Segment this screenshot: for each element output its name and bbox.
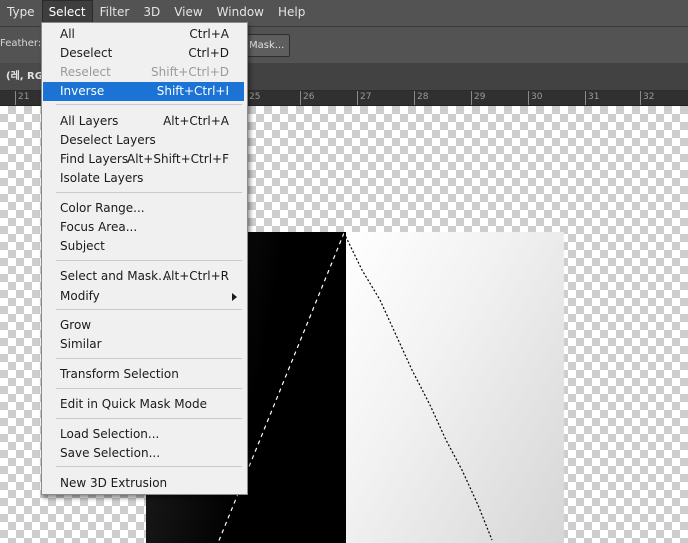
menu-item-label: Color Range... xyxy=(60,201,145,215)
menu-item-label: All xyxy=(60,27,75,41)
menu-item-label: Deselect Layers xyxy=(60,133,156,147)
menu-item-label: Focus Area... xyxy=(60,220,138,234)
menu-item-shortcut: Ctrl+A xyxy=(189,27,229,41)
menu-item-label: Grow xyxy=(60,318,92,332)
menu-item-label: Reselect xyxy=(60,65,111,79)
menu-item-shortcut: Shift+Ctrl+I xyxy=(156,84,229,98)
menu-separator xyxy=(56,388,242,389)
menu-separator xyxy=(56,418,242,419)
menu-item-find-layers[interactable]: Find Layers Alt+Shift+Ctrl+F xyxy=(43,150,244,169)
menu-item-shortcut: Alt+Shift+Ctrl+F xyxy=(127,152,229,166)
menu-item-deselect[interactable]: Deselect Ctrl+D xyxy=(43,44,244,63)
menu-item-label: Select and Mask... xyxy=(60,269,170,283)
menu-item-label: Modify xyxy=(60,289,100,303)
menu-separator xyxy=(56,104,242,105)
menu-item-load-selection[interactable]: Load Selection... xyxy=(43,425,244,444)
menu-item-label: Transform Selection xyxy=(60,367,179,381)
menu-item-all[interactable]: All Ctrl+A xyxy=(43,25,244,44)
menu-item-label: Inverse xyxy=(60,84,105,98)
menu-item-label: Similar xyxy=(60,337,102,351)
menu-item-select-and-mask[interactable]: Select and Mask... Alt+Ctrl+R xyxy=(43,267,244,286)
menu-item-quick-mask[interactable]: Edit in Quick Mask Mode xyxy=(43,395,244,414)
menu-item-label: Load Selection... xyxy=(60,427,160,441)
menu-item-shortcut: Ctrl+D xyxy=(188,46,229,60)
menu-item-transform-selection[interactable]: Transform Selection xyxy=(43,365,244,384)
submenu-arrow-icon xyxy=(232,293,237,301)
menu-item-shortcut: Alt+Ctrl+R xyxy=(162,269,229,283)
select-menu-dropdown: All Ctrl+A Deselect Ctrl+D Reselect Shif… xyxy=(41,22,248,495)
menu-item-shortcut: Alt+Ctrl+A xyxy=(163,114,229,128)
menu-item-focus-area[interactable]: Focus Area... xyxy=(43,218,244,237)
menu-item-grow[interactable]: Grow xyxy=(43,316,244,335)
menu-separator xyxy=(56,466,242,467)
menu-item-modify[interactable]: Modify xyxy=(43,287,244,306)
menu-separator xyxy=(56,260,242,261)
menu-item-label: Deselect xyxy=(60,46,113,60)
menu-item-reselect[interactable]: Reselect Shift+Ctrl+D xyxy=(43,63,244,82)
menu-item-inverse[interactable]: Inverse Shift+Ctrl+I xyxy=(43,82,244,101)
menu-item-isolate-layers[interactable]: Isolate Layers xyxy=(43,169,244,188)
menu-item-deselect-layers[interactable]: Deselect Layers xyxy=(43,131,244,150)
menu-separator xyxy=(56,309,242,310)
menu-item-color-range[interactable]: Color Range... xyxy=(43,199,244,218)
menu-item-label: Edit in Quick Mask Mode xyxy=(60,397,207,411)
menu-item-shortcut: Shift+Ctrl+D xyxy=(151,65,229,79)
menu-item-label: Save Selection... xyxy=(60,446,161,460)
menu-item-all-layers[interactable]: All Layers Alt+Ctrl+A xyxy=(43,112,244,131)
menu-item-similar[interactable]: Similar xyxy=(43,335,244,354)
menu-item-label: Isolate Layers xyxy=(60,171,144,185)
menu-separator xyxy=(56,358,242,359)
menu-item-label: Subject xyxy=(60,239,105,253)
menu-item-new-3d-extrusion[interactable]: New 3D Extrusion xyxy=(43,474,244,493)
menu-item-label: New 3D Extrusion xyxy=(60,476,168,490)
menu-item-save-selection[interactable]: Save Selection... xyxy=(43,444,244,463)
menu-separator xyxy=(56,192,242,193)
menu-item-label: Find Layers xyxy=(60,152,129,166)
menu-item-label: All Layers xyxy=(60,114,119,128)
menu-item-subject[interactable]: Subject xyxy=(43,237,244,256)
